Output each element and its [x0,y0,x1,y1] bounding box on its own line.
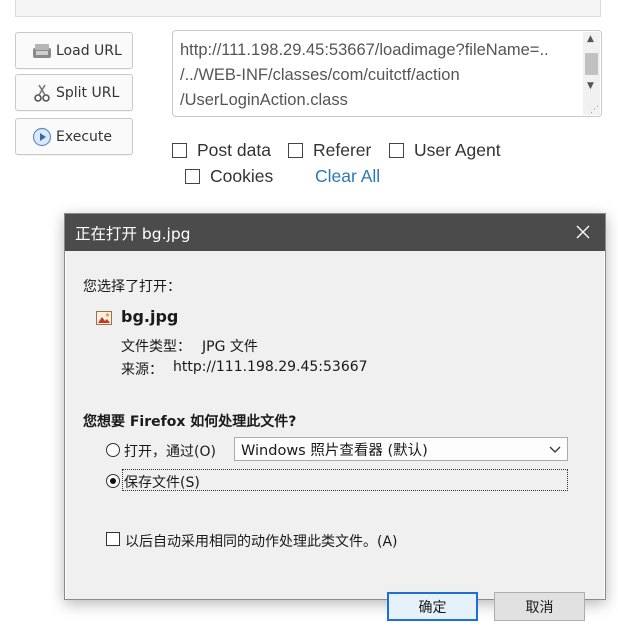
open-with-app-value: Windows 照片查看器 (默认) [241,442,428,459]
action-question: 您想要 Firefox 如何处理此文件? [83,414,297,430]
user-agent-option[interactable]: User Agent [389,140,501,161]
cookies-option[interactable]: Cookies [185,166,273,187]
ok-button[interactable]: 确定 [387,592,478,621]
load-url-button[interactable]: Load URL [15,32,133,69]
user-agent-label: User Agent [414,140,501,160]
execute-button[interactable]: Execute [15,118,133,155]
image-file-icon [96,310,112,325]
post-data-option[interactable]: Post data [172,140,271,161]
scroll-thumb[interactable] [585,53,598,75]
chosen-label: 您选择了打开： [83,279,181,295]
ok-button-label: 确定 [418,599,447,616]
url-text: http://111.198.29.45:53667/loadimage?fil… [180,41,549,109]
clear-all-link[interactable]: Clear All [315,166,380,187]
url-scrollbar[interactable]: ▲ ▼ [583,32,600,115]
source-value: http://111.198.29.45:53667 [173,359,368,375]
file-type-label: 文件类型： [121,339,191,355]
dialog-title: 正在打开 bg.jpg [75,224,191,243]
cancel-button[interactable]: 取消 [494,592,585,621]
execute-label: Execute [56,128,112,145]
dialog-titlebar: 正在打开 bg.jpg [65,214,605,251]
load-url-icon [32,41,52,61]
file-type-value: JPG 文件 [202,339,258,355]
referer-option[interactable]: Referer [288,140,371,161]
chevron-down-icon [549,442,561,456]
close-icon[interactable] [573,221,593,243]
scroll-up-icon[interactable]: ▲ [587,34,594,44]
resize-grip-icon[interactable]: ⋰ [590,105,599,115]
user-agent-checkbox[interactable] [389,143,404,158]
cancel-button-label: 取消 [525,599,554,616]
auto-action-label[interactable]: 以后自动采用相同的动作处理此类文件。(A) [125,531,398,551]
url-textarea[interactable]: http://111.198.29.45:53667/loadimage?fil… [172,30,602,117]
post-data-checkbox[interactable] [172,143,187,158]
split-url-label: Split URL [56,84,120,101]
scroll-down-icon[interactable]: ▼ [587,81,594,91]
top-panel-edge [15,0,601,17]
open-with-app-select[interactable]: Windows 照片查看器 (默认) [234,437,568,461]
referer-checkbox[interactable] [288,143,303,158]
open-file-dialog: 正在打开 bg.jpg 您选择了打开： bg.jpg 文件类型： JPG 文件 … [64,213,606,621]
source-label: 来源： [121,362,163,378]
cookies-checkbox[interactable] [185,169,200,184]
file-name: bg.jpg [121,307,179,326]
dialog-body: 您选择了打开： bg.jpg 文件类型： JPG 文件 来源： http://1… [66,251,604,621]
scissors-icon [32,83,52,103]
play-icon [32,127,52,147]
referer-label: Referer [313,140,372,160]
auto-action-checkbox[interactable] [106,532,120,546]
save-file-label[interactable]: 保存文件(S) [124,472,200,492]
post-data-label: Post data [197,140,271,160]
open-with-radio[interactable] [106,443,120,457]
split-url-button[interactable]: Split URL [15,74,133,111]
cookies-label: Cookies [210,166,274,186]
save-file-radio[interactable] [106,474,120,488]
open-with-label[interactable]: 打开，通过(O) [124,441,216,461]
load-url-label: Load URL [56,42,122,59]
